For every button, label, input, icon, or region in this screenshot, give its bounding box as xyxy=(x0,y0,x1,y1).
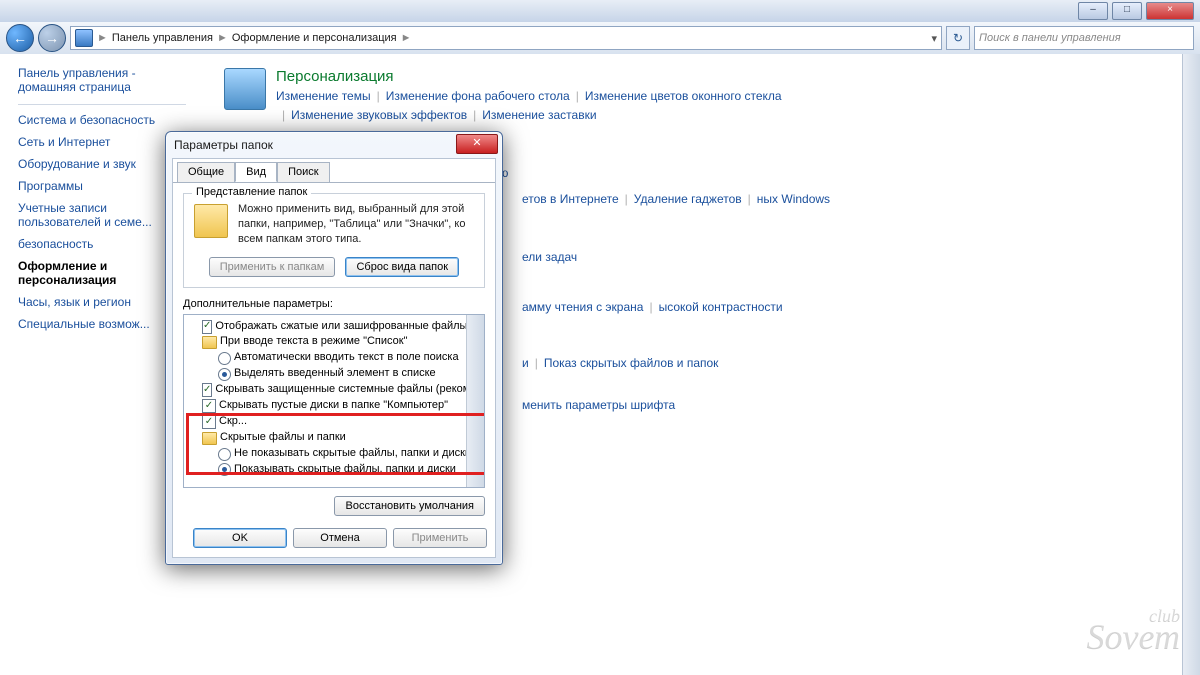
window-titlebar: – □ × xyxy=(0,0,1200,23)
apply-to-folders-button[interactable]: Применить к папкам xyxy=(209,257,336,277)
category-link[interactable]: и xyxy=(522,356,529,370)
tree-label: Выделять введенный элемент в списке xyxy=(234,366,436,382)
tree-row[interactable]: Выделять введенный элемент в списке xyxy=(188,366,480,382)
folder-icon xyxy=(202,432,217,445)
dialog-tab[interactable]: Вид xyxy=(235,162,277,182)
breadcrumb-appearance[interactable]: Оформление и персонализация xyxy=(232,32,397,44)
maximize-button[interactable]: □ xyxy=(1112,2,1142,20)
category-link[interactable]: Удаление гаджетов xyxy=(634,192,742,206)
minimize-button[interactable]: – xyxy=(1078,2,1108,20)
category-link[interactable]: менить параметры шрифта xyxy=(522,398,675,412)
sidebar-item[interactable]: Сеть и Интернет xyxy=(18,135,186,149)
close-button[interactable]: × xyxy=(1146,2,1194,20)
dialog-titlebar[interactable]: Параметры папок ✕ xyxy=(166,132,502,158)
control-panel-icon xyxy=(75,29,93,47)
tree-label: Скрытые файлы и папки xyxy=(220,430,346,446)
refresh-button[interactable]: ↻ xyxy=(946,26,970,50)
category-link[interactable]: ысокой контрастности xyxy=(659,300,783,314)
tree-row[interactable]: ✓Скрывать пустые диски в папке "Компьюте… xyxy=(188,398,480,414)
radio-icon[interactable] xyxy=(218,368,231,381)
checkbox-icon[interactable]: ✓ xyxy=(202,399,216,413)
category-link[interactable]: амму чтения с экрана xyxy=(522,300,643,314)
search-placeholder: Поиск в панели управления xyxy=(979,32,1121,44)
radio-icon[interactable] xyxy=(218,448,231,461)
sidebar-item[interactable]: Часы, язык и регион xyxy=(18,295,186,309)
tree-label: Скрывать защищенные системные файлы (рек… xyxy=(215,382,485,398)
radio-icon[interactable] xyxy=(218,463,231,476)
breadcrumb-sep: ► xyxy=(401,32,412,44)
tree-label: Отображать сжатые или зашифрованные файл… xyxy=(215,319,485,335)
sidebar-item[interactable]: Учетные записи пользователей и семе... xyxy=(18,201,186,229)
tree-row[interactable]: Не показывать скрытые файлы, папки и дис… xyxy=(188,446,480,462)
search-input[interactable]: Поиск в панели управления xyxy=(974,26,1194,50)
folder-views-group: Представление папок Можно применить вид,… xyxy=(183,193,485,288)
tree-row[interactable]: Автоматически вводить текст в поле поиск… xyxy=(188,350,480,366)
dialog-tabs: ОбщиеВидПоиск xyxy=(173,158,495,182)
tree-row[interactable]: Скрытые файлы и папки xyxy=(188,430,480,446)
category-link[interactable]: Изменение заставки xyxy=(482,108,596,122)
forward-button[interactable]: → xyxy=(38,24,66,52)
tree-scrollbar[interactable] xyxy=(466,315,484,487)
group-description: Можно применить вид, выбранный для этой … xyxy=(238,202,474,247)
dialog-tab[interactable]: Общие xyxy=(177,162,235,182)
checkbox-icon[interactable]: ✓ xyxy=(202,320,212,334)
category-link[interactable]: ных Windows xyxy=(757,192,830,206)
apply-button[interactable]: Применить xyxy=(393,528,487,548)
tree-label: Не показывать скрытые файлы, папки и дис… xyxy=(234,446,471,462)
sidebar-item[interactable]: безопасность xyxy=(18,237,186,251)
reset-folder-view-button[interactable]: Сброс вида папок xyxy=(345,257,459,277)
category-link[interactable]: Изменение фона рабочего стола xyxy=(386,89,570,103)
tree-label: Показывать скрытые файлы, папки и диски xyxy=(234,462,456,478)
checkbox-icon[interactable]: ✓ xyxy=(202,415,216,429)
category-link[interactable]: Показ скрытых файлов и папок xyxy=(544,356,719,370)
folder-icon xyxy=(194,204,228,238)
breadcrumb-control-panel[interactable]: Панель управления xyxy=(112,32,213,44)
category-link[interactable]: ели задач xyxy=(522,250,577,264)
tree-label: Скрывать пустые диски в папке "Компьютер… xyxy=(219,398,448,414)
tree-row[interactable]: Показывать скрытые файлы, папки и диски xyxy=(188,462,480,478)
sidebar-home-link[interactable]: Панель управления - домашняя страница xyxy=(18,66,186,94)
dialog-tab[interactable]: Поиск xyxy=(277,162,329,182)
tree-row[interactable]: ✓Отображать сжатые или зашифрованные фай… xyxy=(188,319,480,335)
category-link[interactable]: Изменение цветов оконного стекла xyxy=(585,89,782,103)
breadcrumb-sep: ► xyxy=(217,32,228,44)
tree-row[interactable]: При вводе текста в режиме "Список" xyxy=(188,334,480,350)
category-link[interactable]: Изменение звуковых эффектов xyxy=(291,108,467,122)
address-bar[interactable]: ► Панель управления ► Оформление и персо… xyxy=(70,26,942,50)
back-button[interactable]: ← xyxy=(6,24,34,52)
sidebar-item[interactable]: Программы xyxy=(18,179,186,193)
category-link[interactable]: Изменение темы xyxy=(276,89,371,103)
radio-icon[interactable] xyxy=(218,352,231,365)
advanced-settings-label: Дополнительные параметры: xyxy=(183,298,485,310)
tree-row[interactable]: ✓Скрывать защищенные системные файлы (ре… xyxy=(188,382,480,398)
ok-button[interactable]: OK xyxy=(193,528,287,548)
personalization-icon xyxy=(224,68,266,110)
breadcrumb-sep: ► xyxy=(97,32,108,44)
folder-icon xyxy=(202,336,217,349)
sidebar-item[interactable]: Оформление и персонализация xyxy=(18,259,186,287)
restore-defaults-button[interactable]: Восстановить умолчания xyxy=(334,496,485,516)
tree-label: Автоматически вводить текст в поле поиск… xyxy=(234,350,459,366)
advanced-settings-tree[interactable]: ✓Отображать сжатые или зашифрованные фай… xyxy=(183,314,485,488)
cancel-button[interactable]: Отмена xyxy=(293,528,387,548)
sidebar-item[interactable]: Система и безопасность xyxy=(18,113,186,127)
sidebar-item[interactable]: Специальные возмож... xyxy=(18,317,186,331)
tree-label: Скр... xyxy=(219,414,247,430)
checkbox-icon[interactable]: ✓ xyxy=(202,383,212,397)
category-personalization[interactable]: Персонализация xyxy=(276,68,1176,85)
nav-toolbar: ← → ► Панель управления ► Оформление и п… xyxy=(0,22,1200,55)
dialog-close-button[interactable]: ✕ xyxy=(456,134,498,154)
folder-options-dialog: Параметры папок ✕ ОбщиеВидПоиск Представ… xyxy=(165,131,503,565)
category-link[interactable]: етов в Интернете xyxy=(522,192,619,206)
tree-label: При вводе текста в режиме "Список" xyxy=(220,334,407,350)
dialog-title: Параметры папок xyxy=(174,138,273,152)
sidebar-item[interactable]: Оборудование и звук xyxy=(18,157,186,171)
tab-panel-view: Представление папок Можно применить вид,… xyxy=(173,182,495,556)
group-legend: Представление папок xyxy=(192,186,311,198)
tree-row[interactable]: ✓Скр... xyxy=(188,414,480,430)
